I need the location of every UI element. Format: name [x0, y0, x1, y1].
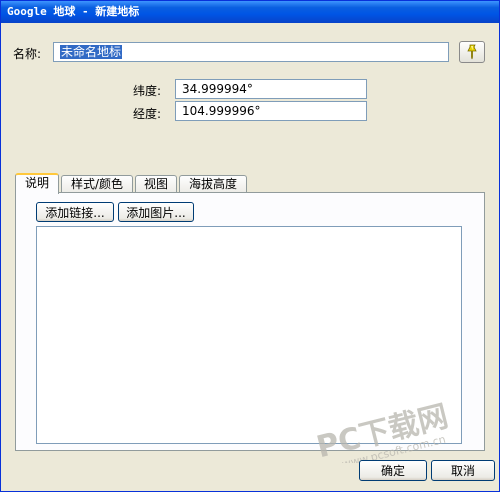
title-bar: Google 地球 - 新建地标 [1, 1, 499, 23]
ok-button[interactable]: 确定 [359, 460, 427, 481]
description-textarea[interactable] [36, 226, 462, 444]
name-label: 名称: [13, 47, 42, 61]
latitude-label: 纬度: [133, 84, 162, 98]
tab-description[interactable]: 说明 [15, 173, 59, 194]
name-field-value: 未命名地标 [60, 45, 123, 59]
longitude-label: 经度: [133, 107, 162, 121]
tab-style-color[interactable]: 样式/颜色 [61, 175, 133, 193]
add-image-button[interactable]: 添加图片... [118, 202, 194, 222]
placemark-icon-button[interactable] [459, 41, 485, 63]
window-title: Google 地球 - 新建地标 [7, 5, 140, 18]
tab-view[interactable]: 视图 [135, 175, 177, 193]
pushpin-icon [467, 44, 477, 60]
cancel-button[interactable]: 取消 [431, 460, 495, 481]
tab-altitude[interactable]: 海拔高度 [179, 175, 247, 193]
longitude-field[interactable]: 104.999996° [175, 101, 367, 121]
add-link-button[interactable]: 添加链接... [36, 202, 114, 222]
name-field[interactable]: 未命名地标 [53, 42, 449, 62]
latitude-field[interactable]: 34.999994° [175, 79, 367, 99]
new-placemark-dialog: Google 地球 - 新建地标 名称: 未命名地标 纬度: 34.999994… [0, 0, 500, 492]
